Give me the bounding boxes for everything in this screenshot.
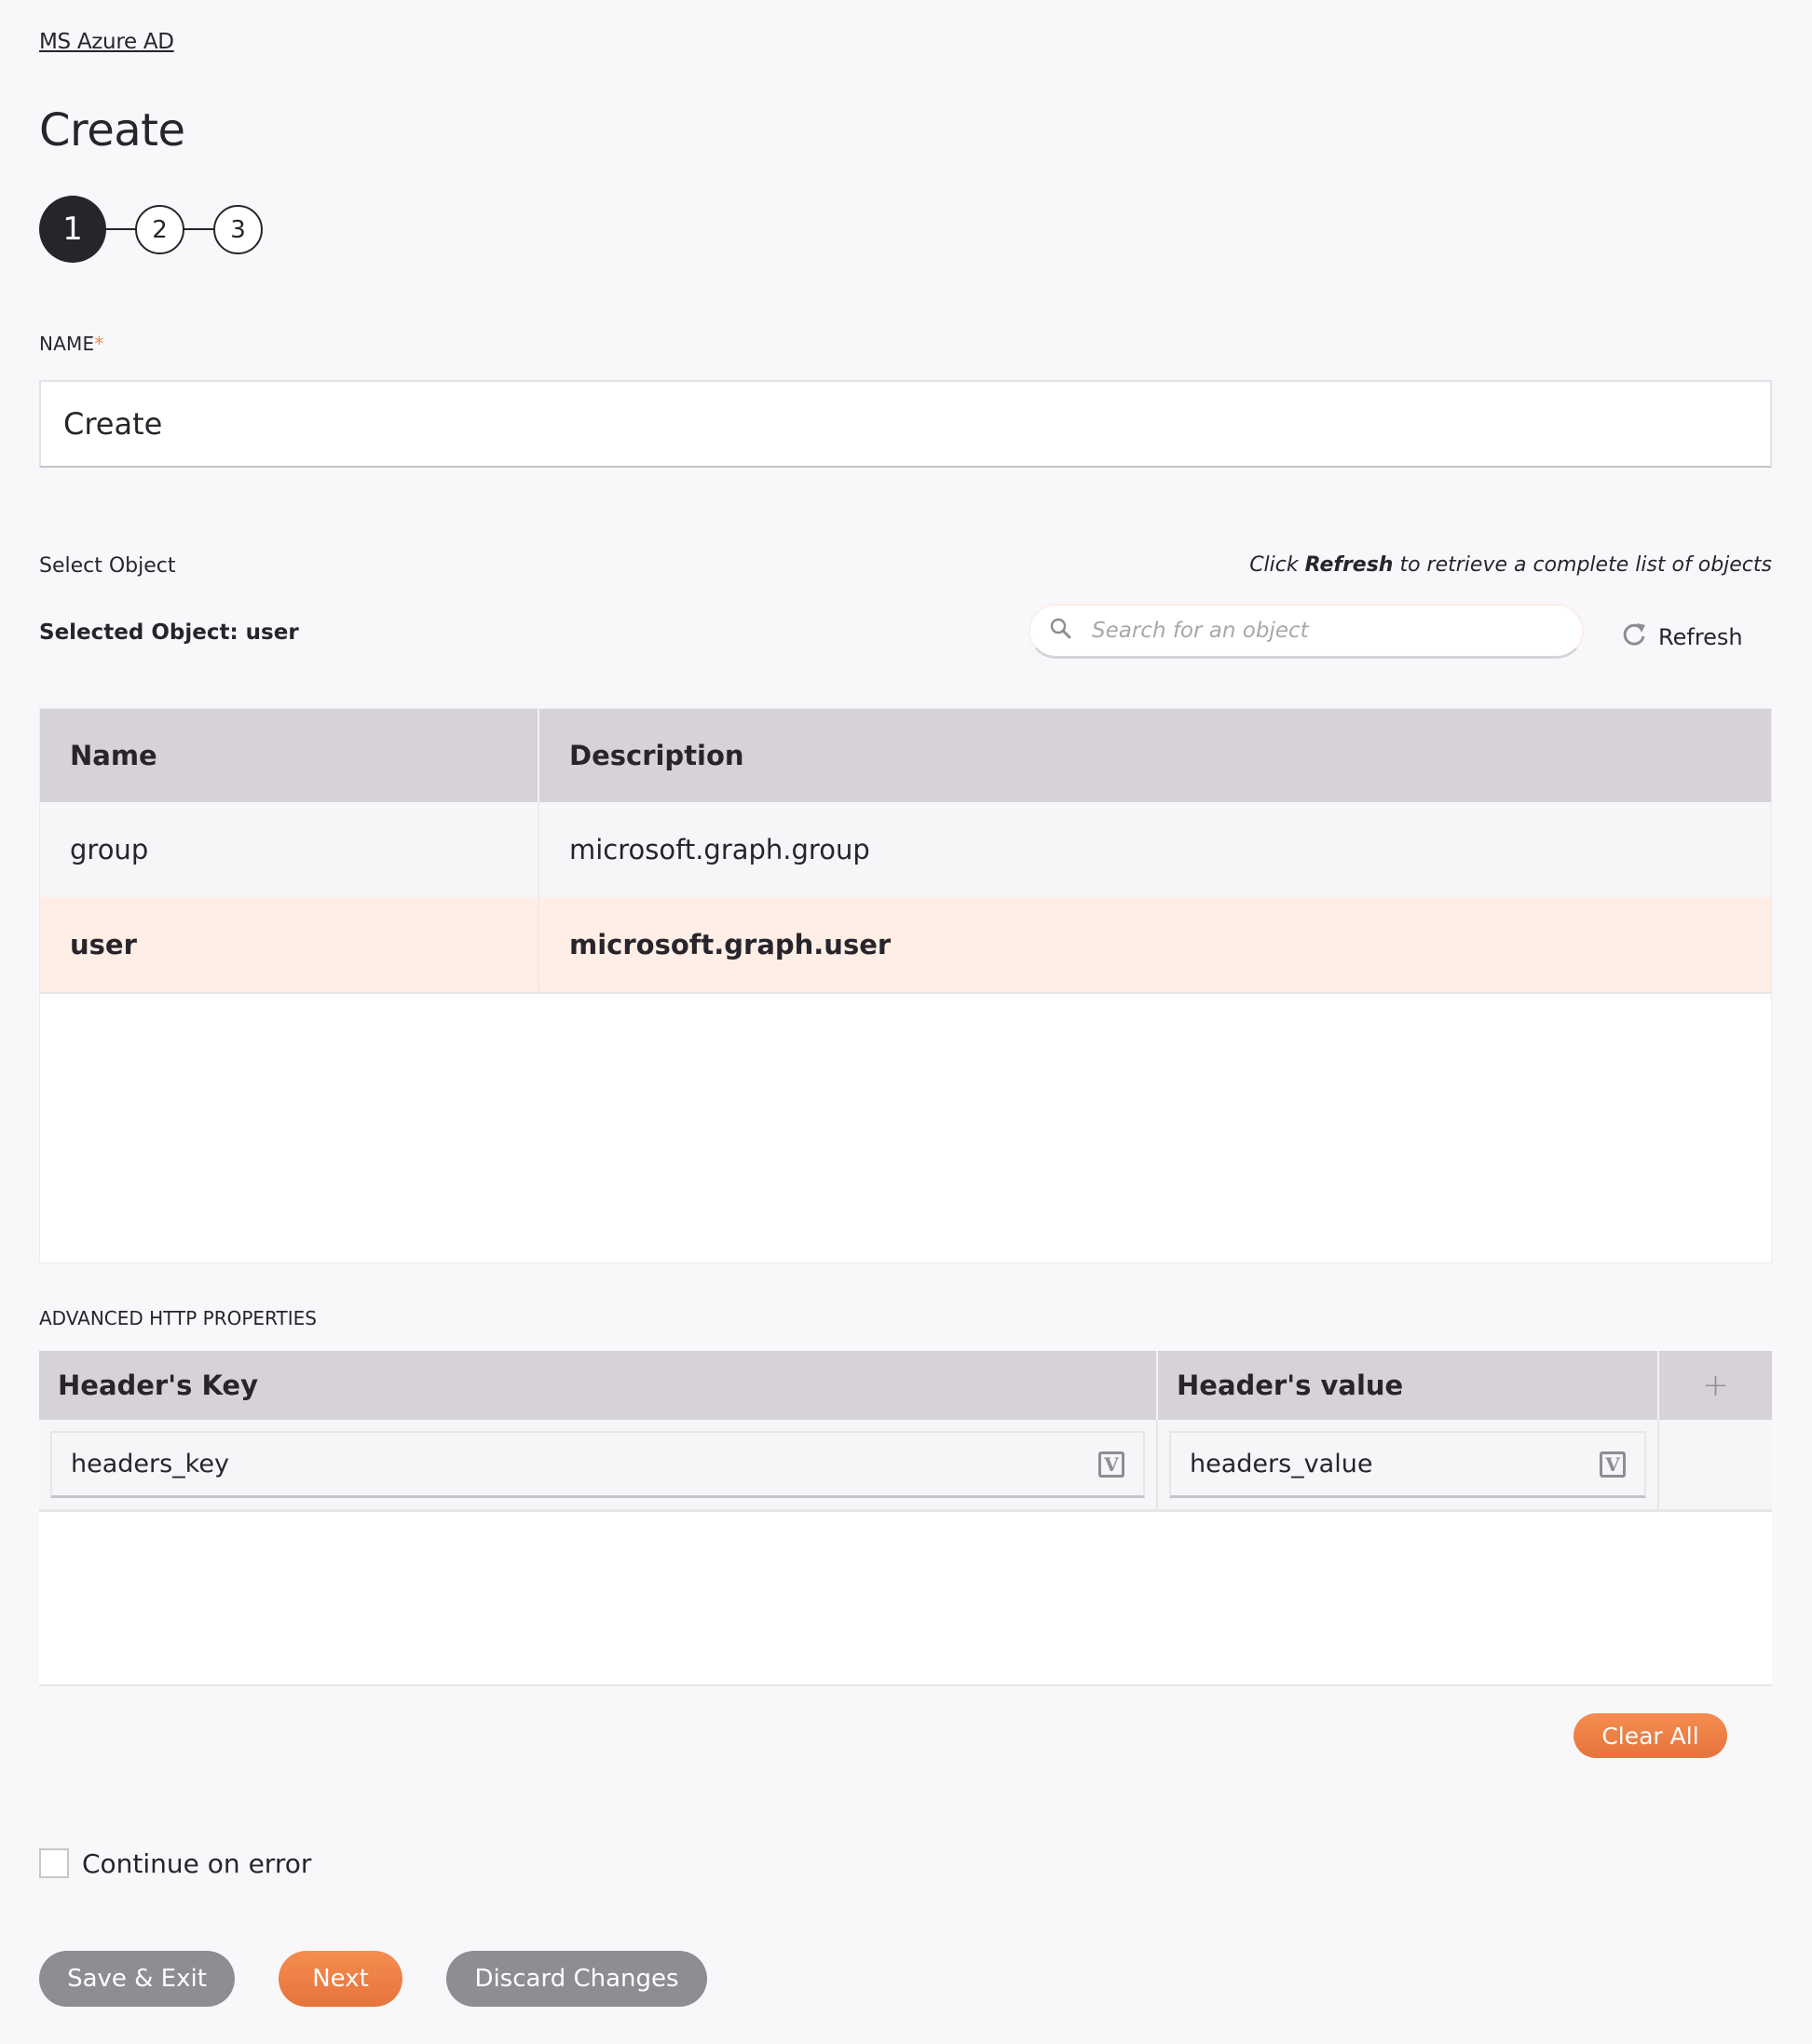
column-header-value: Header's value [1158, 1351, 1659, 1420]
search-input[interactable] [1090, 618, 1541, 644]
objects-table: Name Description group microsoft.graph.g… [39, 708, 1772, 1263]
continue-on-error-label: Continue on error [82, 1848, 312, 1879]
row-name: group [40, 802, 539, 897]
header-value-input[interactable]: headers_value V [1169, 1431, 1646, 1498]
refresh-hint: Click Refresh to retrieve a complete lis… [1249, 553, 1772, 577]
hint-bold: Refresh [1304, 553, 1394, 577]
page-title: Create [39, 104, 185, 157]
row-description: microsoft.graph.user [569, 929, 892, 961]
stepper-connector [104, 228, 138, 230]
row-name: user [40, 897, 539, 992]
step-2[interactable]: 2 [135, 205, 184, 254]
refresh-label: Refresh [1658, 624, 1743, 650]
table-row-selected[interactable]: user microsoft.graph.user [40, 897, 1771, 994]
table-row[interactable]: group microsoft.graph.group [40, 802, 1771, 899]
next-button[interactable]: Next [279, 1951, 402, 2007]
step-3[interactable]: 3 [213, 205, 263, 254]
http-headers-table: Header's Key Header's value + headers_ke… [39, 1351, 1772, 1686]
selected-object-text: Selected Object: user [39, 620, 299, 645]
save-exit-button[interactable]: Save & Exit [39, 1951, 235, 2007]
column-header-name[interactable]: Name [40, 709, 539, 802]
header-key-value: headers_key [71, 1450, 229, 1478]
object-search[interactable] [1029, 604, 1584, 659]
key-cell: headers_key V [39, 1420, 1158, 1509]
table-header: Name Description [40, 709, 1771, 802]
hint-suffix: to retrieve a complete list of objects [1393, 553, 1772, 577]
select-object-label: Select Object [39, 554, 176, 578]
advanced-http-label: ADVANCED HTTP PROPERTIES [39, 1307, 317, 1329]
stepper-connector [183, 228, 216, 230]
required-mark: * [94, 333, 104, 355]
search-icon [1049, 617, 1073, 645]
http-header-row: headers_key V headers_value V [39, 1420, 1772, 1512]
refresh-button[interactable]: Refresh [1621, 620, 1743, 654]
http-table-header: Header's Key Header's value + [39, 1351, 1772, 1420]
step-1[interactable]: 1 [39, 196, 106, 263]
name-input[interactable]: Create [39, 380, 1772, 468]
name-label: NAME* [39, 333, 104, 355]
header-value-value: headers_value [1190, 1450, 1373, 1478]
continue-on-error-checkbox[interactable] [39, 1848, 69, 1878]
breadcrumb-link[interactable]: MS Azure AD [39, 30, 174, 54]
add-row-icon[interactable]: + [1659, 1351, 1772, 1420]
clear-all-button[interactable]: Clear All [1574, 1713, 1727, 1758]
column-header-description[interactable]: Description [539, 709, 1771, 802]
variable-icon[interactable]: V [1098, 1451, 1124, 1478]
refresh-icon [1621, 620, 1658, 654]
row-actions-cell [1659, 1420, 1772, 1509]
discard-changes-button[interactable]: Discard Changes [446, 1951, 707, 2007]
variable-icon[interactable]: V [1600, 1451, 1626, 1478]
row-description: microsoft.graph.group [569, 834, 870, 865]
value-cell: headers_value V [1158, 1420, 1659, 1509]
column-header-key: Header's Key [39, 1351, 1158, 1420]
name-label-text: NAME [39, 333, 95, 355]
header-key-input[interactable]: headers_key V [50, 1431, 1145, 1498]
hint-prefix: Click [1249, 553, 1305, 577]
